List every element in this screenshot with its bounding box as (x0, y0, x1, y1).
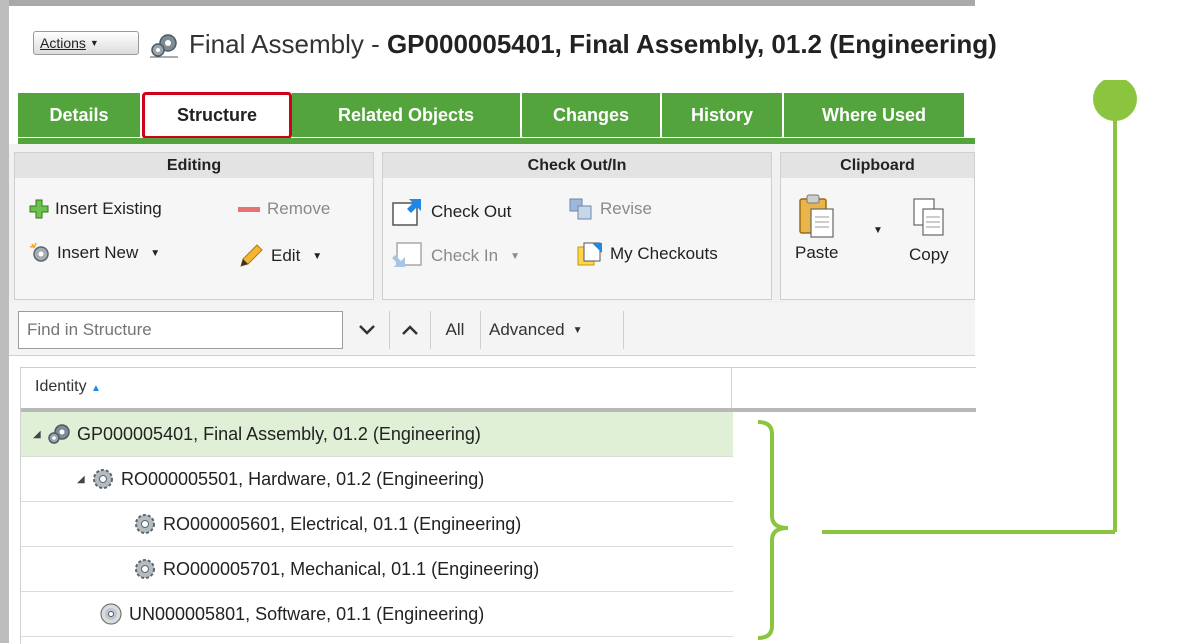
chevron-down-icon[interactable]: ▼ (150, 248, 160, 259)
row-label: RO000005601, Electrical, 01.1 (Engineeri… (163, 513, 522, 534)
minus-icon (238, 207, 260, 212)
chevron-down-icon: ▼ (572, 324, 583, 336)
insert-new-button[interactable]: Insert New ▼ (29, 242, 160, 264)
separator (623, 311, 624, 349)
gear-icon (135, 514, 155, 534)
table-row[interactable]: RO000005601, Electrical, 01.1 (Engineeri… (21, 502, 733, 547)
chevron-down-icon[interactable]: ▼ (510, 251, 520, 262)
column-separator (731, 368, 732, 408)
insert-existing-label: Insert Existing (55, 199, 162, 218)
new-part-icon (29, 242, 49, 262)
tab-history[interactable]: History (662, 93, 784, 137)
disc-icon (100, 603, 122, 625)
plus-icon (29, 199, 49, 219)
insert-new-label: Insert New (57, 243, 139, 262)
table-row[interactable]: ◢ RO000005501, Hardware, 01.2 (Engineeri… (21, 457, 733, 502)
check-in-button[interactable]: Check In ▼ (391, 241, 520, 271)
tab-changes[interactable]: Changes (522, 93, 662, 137)
gear-icon (93, 469, 113, 489)
my-checkouts-button[interactable]: My Checkouts (576, 241, 718, 267)
edit-label: Edit (271, 246, 301, 265)
pencil-icon (240, 244, 263, 267)
actions-label: Actions (40, 35, 86, 51)
chevron-up-icon (402, 325, 418, 335)
separator (480, 311, 481, 349)
callout-connector (822, 80, 1137, 534)
chevron-down-icon: ▼ (89, 38, 99, 48)
check-in-label: Check In (431, 246, 499, 265)
gear-icon (135, 559, 155, 579)
window-left-border (0, 0, 9, 643)
revise-button[interactable]: Revise (568, 197, 652, 221)
collapse-triangle-icon[interactable]: ◢ (77, 474, 89, 485)
check-out-label: Check Out (431, 202, 512, 221)
chevron-down-icon (359, 325, 375, 335)
check-out-icon (392, 199, 421, 226)
my-checkouts-label: My Checkouts (610, 244, 718, 263)
tab-structure[interactable]: Structure (142, 92, 292, 139)
find-next-button[interactable] (345, 311, 389, 349)
row-label: RO000005501, Hardware, 01.2 (Engineering… (121, 468, 485, 489)
title-prefix: Final Assembly (189, 29, 364, 59)
advanced-label: Advanced (489, 320, 565, 339)
callout-bracket (758, 420, 789, 640)
table-row[interactable]: RO000005701, Mechanical, 01.1 (Engineeri… (21, 547, 733, 592)
editing-group: Editing Insert Existing Remove Insert Ne… (14, 152, 374, 300)
find-previous-button[interactable] (390, 311, 430, 349)
advanced-button[interactable]: Advanced ▼ (483, 311, 623, 349)
callout-dot-icon (1093, 80, 1137, 121)
remove-button[interactable]: Remove (237, 199, 330, 219)
title-identifier: GP000005401, Final Assembly, 01.2 (Engin… (386, 29, 997, 59)
edit-button[interactable]: Edit ▼ (237, 242, 322, 270)
find-in-structure-input[interactable] (18, 311, 343, 349)
row-label: UN000005801, Software, 01.1 (Engineering… (129, 603, 485, 624)
identity-column-header[interactable]: Identity ▲ (35, 378, 101, 396)
check-out-button[interactable]: Check Out (391, 197, 511, 227)
title-separator: - (363, 29, 387, 59)
insert-existing-button[interactable]: Insert Existing (29, 199, 162, 219)
window-top-border (0, 0, 975, 6)
actions-button[interactable]: Actions ▼ (33, 31, 139, 55)
row-label: GP000005401, Final Assembly, 01.2 (Engin… (77, 423, 481, 444)
tab-details[interactable]: Details (18, 93, 142, 137)
tab-related-objects[interactable]: Related Objects (292, 93, 522, 137)
checkout-group-title: Check Out/In (383, 153, 771, 178)
editing-group-title: Editing (15, 153, 373, 178)
my-checkouts-icon (577, 242, 602, 266)
revise-icon (569, 198, 592, 220)
revise-label: Revise (600, 199, 652, 218)
checkout-group: Check Out/In Check Out Revise Check In ▼… (382, 152, 772, 300)
collapse-triangle-icon[interactable]: ◢ (33, 429, 45, 440)
row-label: RO000005701, Mechanical, 01.1 (Engineeri… (163, 558, 540, 579)
assembly-icon (150, 34, 178, 58)
chevron-down-icon[interactable]: ▼ (312, 251, 322, 262)
page-title: Final Assembly - GP000005401, Final Asse… (189, 29, 997, 60)
table-row[interactable]: ◢ GP000005401, Final Assembly, 01.2 (Eng… (21, 412, 733, 457)
find-all-button[interactable]: All (430, 311, 480, 349)
identity-header-label: Identity (35, 378, 87, 395)
check-in-icon (392, 242, 422, 267)
remove-label: Remove (267, 199, 331, 218)
sort-ascending-icon: ▲ (91, 383, 101, 394)
table-row[interactable]: UN000005801, Software, 01.1 (Engineering… (21, 592, 733, 637)
assembly-icon (48, 424, 70, 444)
